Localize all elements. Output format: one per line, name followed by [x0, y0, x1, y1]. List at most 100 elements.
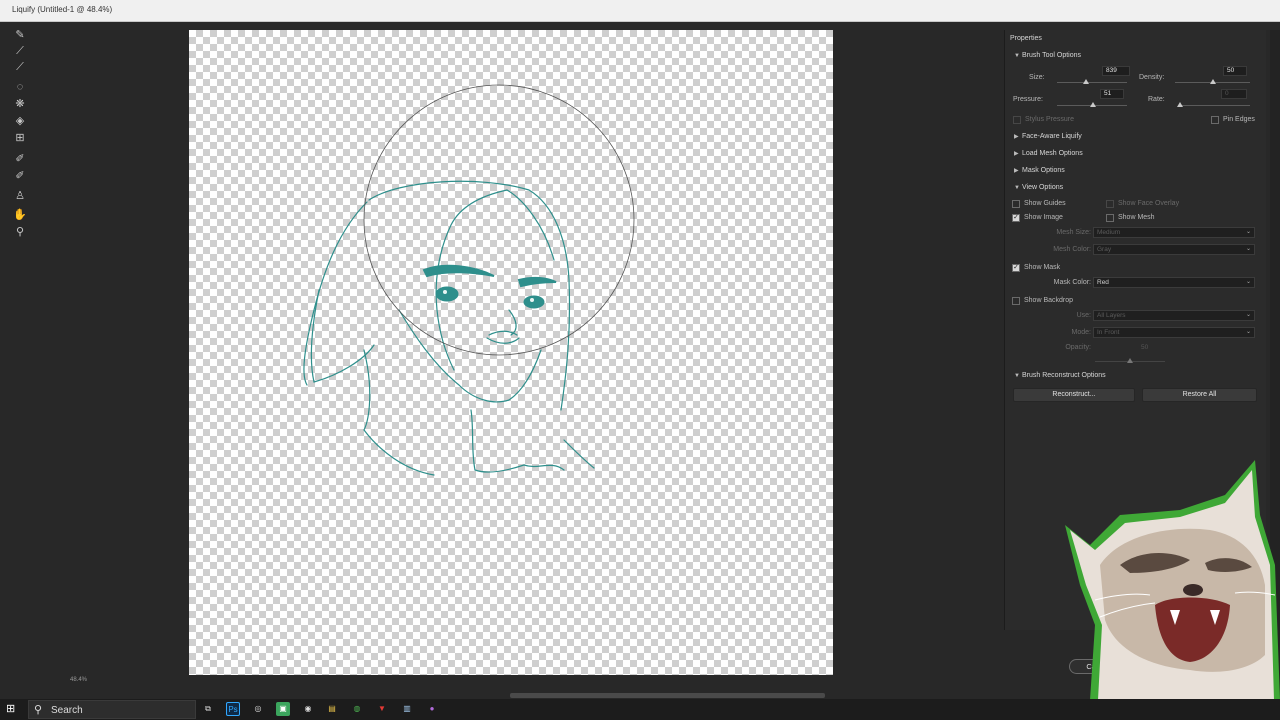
windows-start-icon[interactable]: ⊞ — [6, 703, 18, 715]
collapse-triangle-icon: ▶ — [1014, 151, 1019, 157]
rate-label: Rate: — [1148, 96, 1165, 103]
collapse-triangle-icon: ▶ — [1014, 168, 1019, 174]
window-title: Liquify (Untitled-1 @ 48.4%) — [12, 5, 113, 14]
chevron-down-icon: ⌄ — [1245, 246, 1251, 252]
rate-field[interactable]: 0 — [1221, 89, 1247, 99]
rate-slider[interactable] — [1177, 102, 1250, 107]
size-slider-handle[interactable] — [1083, 79, 1089, 84]
search-icon: ⚲ — [34, 704, 43, 716]
taskbar-search[interactable]: ⚲ Search — [28, 700, 196, 719]
status-bar: 48.4% — [36, 677, 186, 687]
reconstruct-tool-icon[interactable]: ⟋ — [12, 44, 28, 58]
show-image-checkbox[interactable]: ✓ — [1012, 214, 1020, 222]
photoshop-icon[interactable]: Ps — [226, 702, 240, 716]
stylus-pressure-checkbox[interactable] — [1013, 116, 1021, 124]
image-canvas[interactable] — [189, 30, 833, 675]
density-slider[interactable] — [1175, 79, 1250, 84]
show-image-label: Show Image — [1024, 214, 1063, 221]
section-view-options[interactable]: ▼ View Options — [1014, 184, 1063, 191]
use-label: Use: — [1076, 312, 1091, 319]
rate-slider-handle[interactable] — [1177, 102, 1183, 107]
brave-icon[interactable]: ▼ — [375, 702, 389, 716]
pin-edges-label: Pin Edges — [1223, 116, 1255, 123]
show-mask-checkbox[interactable]: ✓ — [1012, 264, 1020, 272]
horizontal-scrollbar[interactable] — [510, 693, 825, 698]
obs-icon[interactable]: ● — [425, 702, 439, 716]
mode-select[interactable]: In Front ⌄ — [1093, 327, 1255, 338]
mask-color-select[interactable]: Red ⌄ — [1093, 277, 1255, 288]
show-face-overlay-label: Show Face Overlay — [1118, 200, 1180, 207]
pressure-slider-handle[interactable] — [1090, 102, 1096, 107]
smooth-tool-icon[interactable]: ⟋ — [12, 60, 28, 74]
face-tool-icon[interactable]: ♙ — [12, 189, 28, 203]
show-mask-label: Show Mask — [1024, 264, 1061, 271]
stylus-pressure-label: Stylus Pressure — [1025, 116, 1075, 123]
zoom-tool-icon[interactable]: ⚲ — [12, 225, 28, 239]
opacity-field[interactable]: 50 — [1137, 343, 1161, 353]
show-guides-checkbox[interactable] — [1012, 200, 1020, 208]
section-face-aware-liquify[interactable]: ▶ Face-Aware Liquify — [1014, 133, 1082, 140]
density-slider-handle[interactable] — [1210, 79, 1216, 84]
chrome-icon[interactable]: ◍ — [350, 702, 364, 716]
taskbar-search-text: Search — [51, 705, 83, 716]
size-label: Size: — [1029, 74, 1045, 81]
cat-overlay-image — [1065, 460, 1280, 700]
show-mesh-label: Show Mesh — [1118, 214, 1155, 221]
use-select[interactable]: All Layers ⌄ — [1093, 310, 1255, 321]
pressure-slider[interactable] — [1057, 102, 1127, 107]
window-titlebar: Liquify (Untitled-1 @ 48.4%) — [0, 0, 1280, 22]
opacity-slider-handle[interactable] — [1127, 358, 1133, 363]
show-face-overlay-checkbox[interactable] — [1106, 200, 1114, 208]
file-explorer-icon[interactable]: ▤ — [325, 702, 339, 716]
size-slider[interactable] — [1057, 79, 1127, 84]
panel-title: Properties — [1010, 35, 1042, 42]
brush-cursor — [363, 84, 635, 356]
app-icon[interactable]: ▣ — [276, 702, 290, 716]
chevron-down-icon: ⌄ — [1245, 279, 1251, 285]
mode-label: Mode: — [1071, 329, 1091, 336]
steam-icon[interactable]: ◎ — [251, 702, 265, 716]
chevron-down-icon: ⌄ — [1245, 329, 1251, 335]
restore-all-button[interactable]: Restore All — [1142, 388, 1257, 402]
show-backdrop-label: Show Backdrop — [1024, 297, 1074, 304]
density-label: Density: — [1139, 74, 1165, 81]
forward-warp-tool-icon[interactable]: ✎ — [12, 28, 28, 42]
discord-icon[interactable]: ◉ — [301, 702, 315, 716]
windows-taskbar: ⊞ ⚲ Search ⧉ Ps ◎ ▣ ◉ ▤ ◍ ▼ ▥ ● — [0, 699, 1280, 720]
freeze-mask-tool-icon[interactable]: ✐ — [12, 152, 28, 166]
mesh-size-select[interactable]: Medium ⌄ — [1093, 227, 1255, 238]
mesh-color-select[interactable]: Gray ⌄ — [1093, 244, 1255, 255]
section-brush-tool-options[interactable]: ▼ Brush Tool Options — [1014, 52, 1081, 59]
pucker-tool-icon[interactable]: ❋ — [12, 97, 28, 111]
push-left-tool-icon[interactable]: ⊞ — [12, 131, 28, 145]
chevron-down-icon: ⌄ — [1245, 229, 1251, 235]
zoom-value[interactable]: 48.4% — [70, 677, 87, 683]
mesh-color-label: Mesh Color: — [1053, 246, 1091, 253]
show-backdrop-checkbox[interactable] — [1012, 297, 1020, 305]
expand-triangle-icon: ▼ — [1014, 53, 1020, 59]
expand-triangle-icon: ▼ — [1014, 373, 1020, 379]
twirl-tool-icon[interactable]: ◌ — [12, 80, 28, 94]
section-mask-options[interactable]: ▶ Mask Options — [1014, 167, 1065, 174]
bloat-tool-icon[interactable]: ◈ — [12, 114, 28, 128]
pressure-field[interactable]: 51 — [1100, 89, 1124, 99]
opacity-slider[interactable] — [1095, 358, 1165, 363]
mask-color-label: Mask Color: — [1053, 279, 1091, 286]
density-field[interactable]: 50 — [1223, 66, 1247, 76]
section-brush-reconstruct-options[interactable]: ▼ Brush Reconstruct Options — [1014, 372, 1106, 379]
section-load-mesh-options[interactable]: ▶ Load Mesh Options — [1014, 150, 1083, 157]
pin-edges-checkbox[interactable] — [1211, 116, 1219, 124]
size-field[interactable]: 839 — [1102, 66, 1130, 76]
show-guides-label: Show Guides — [1024, 200, 1066, 207]
liquify-toolbar: ✎ ⟋ ⟋ ◌ ❋ ◈ ⊞ ✐ ✐ ♙ ✋ ⚲ — [8, 28, 34, 248]
opacity-label: Opacity: — [1065, 344, 1091, 351]
thaw-mask-tool-icon[interactable]: ✐ — [12, 169, 28, 183]
notepad-icon[interactable]: ▥ — [400, 702, 414, 716]
show-mesh-checkbox[interactable] — [1106, 214, 1114, 222]
hand-tool-icon[interactable]: ✋ — [12, 208, 28, 222]
expand-triangle-icon: ▼ — [1014, 185, 1020, 191]
sketch-drawing — [303, 84, 635, 476]
task-view-icon[interactable]: ⧉ — [201, 702, 215, 716]
chevron-down-icon: ⌄ — [1245, 312, 1251, 318]
reconstruct-button[interactable]: Reconstruct... — [1013, 388, 1135, 402]
